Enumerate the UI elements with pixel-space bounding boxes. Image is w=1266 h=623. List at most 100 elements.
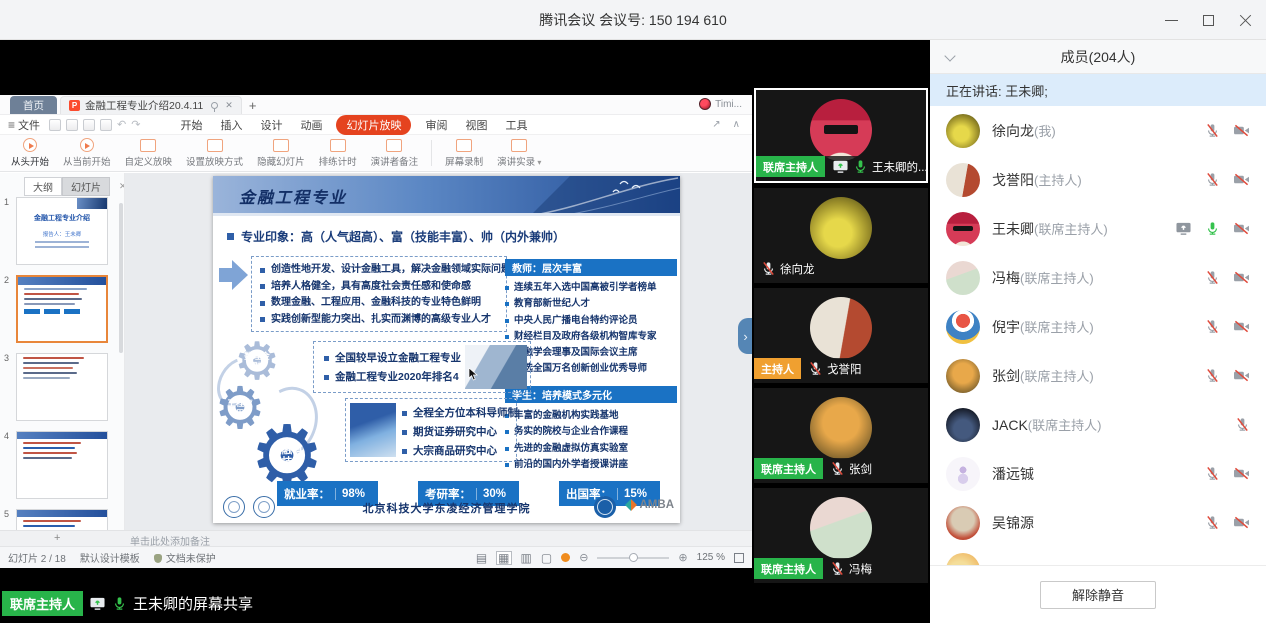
ribbon-button-4[interactable]: 设置放映方式 <box>179 135 250 171</box>
ribbon-button-7[interactable]: 演讲者备注 <box>364 135 426 171</box>
menu-item-4[interactable]: 动画 <box>291 117 331 133</box>
export-icon[interactable] <box>100 119 112 131</box>
bullet-item: 中央人民广播电台特约评论员 <box>505 313 677 329</box>
screen-share-icon <box>89 596 106 611</box>
menu-item-1[interactable]: 开始 <box>171 117 211 133</box>
member-role: (联席主持人) <box>1020 268 1094 287</box>
slide-thumbnail-5[interactable] <box>16 509 108 530</box>
zoom-in-icon[interactable]: ⊕ <box>678 551 687 564</box>
minimize-button[interactable] <box>1165 14 1178 27</box>
member-row[interactable]: 吴锦源 <box>930 498 1266 547</box>
zoom-out-icon[interactable]: ⊖ <box>579 551 588 564</box>
slide-thumbnail-4[interactable] <box>16 431 108 499</box>
video-tile-4[interactable]: 联席主持人张剑 <box>754 388 928 483</box>
member-name: 吴锦源 <box>992 513 1034 533</box>
print-icon[interactable] <box>83 119 95 131</box>
video-tile-1[interactable]: 联席主持人王未卿的... <box>754 88 928 183</box>
participant-name: 张剑 <box>849 461 872 477</box>
amba-label: AMBA <box>640 499 675 511</box>
ribbon-button-1[interactable]: 从头开始 <box>4 135 56 171</box>
menu-item-6[interactable]: 审阅 <box>416 117 456 133</box>
zoom-slider-thumb[interactable] <box>629 553 638 562</box>
menu-item-3[interactable]: 设计 <box>251 117 291 133</box>
ribbon-button-8[interactable]: 屏幕录制 <box>438 135 490 171</box>
bullet-square-icon <box>505 335 509 339</box>
thumbnail-scrollbar[interactable] <box>119 203 123 353</box>
file-menu[interactable]: 文件 <box>18 117 40 133</box>
member-row[interactable]: 王未卿(联席主持人) <box>930 204 1266 253</box>
hamburger-menu-icon[interactable]: ≡ <box>8 118 15 132</box>
wps-account[interactable]: Timi... <box>699 98 742 110</box>
member-row[interactable]: JACK(联席主持人) <box>930 400 1266 449</box>
tab-outline[interactable]: 大纲 <box>24 177 62 196</box>
record-indicator-icon[interactable] <box>561 553 570 562</box>
member-row[interactable]: 倪宇(联席主持人) <box>930 302 1266 351</box>
save-icon[interactable] <box>66 119 78 131</box>
wps-body: 大纲 幻灯片 ✕ 金融工程专业介绍报告人：王未卿12345 金融工程专业 <box>0 173 752 530</box>
member-role: (联席主持人) <box>1034 219 1108 238</box>
ribbon-separator <box>431 140 432 166</box>
video-tile-3[interactable]: 主持人戈誉阳 <box>754 288 928 383</box>
slide-view-icon[interactable]: ▦ <box>496 551 511 565</box>
unmute-button[interactable]: 解除静音 <box>1040 581 1156 609</box>
pin-tab-icon[interactable] <box>211 102 218 109</box>
video-strip-expander[interactable]: › <box>738 318 753 354</box>
design-template-label[interactable]: 默认设计模板 <box>80 550 140 565</box>
fullscreen-icon[interactable] <box>734 553 744 563</box>
zoom-slider[interactable] <box>597 557 669 559</box>
normal-view-icon[interactable]: ▤ <box>476 552 487 564</box>
slide-thumbnail-1[interactable]: 金融工程专业介绍报告人：王未卿 <box>16 197 108 265</box>
zoom-percent[interactable]: 125 % <box>697 552 725 563</box>
protection-status[interactable]: 文档未保护 <box>154 550 216 565</box>
sorter-view-icon[interactable]: ▥ <box>521 552 532 564</box>
ribbon-icon <box>330 139 346 152</box>
video-name-bar: 戈誉阳 <box>801 358 869 379</box>
close-tab-icon[interactable]: ✕ <box>225 100 233 111</box>
share-status-text: 王未卿的屏幕共享 <box>133 593 253 614</box>
university-seal-logo <box>223 496 245 518</box>
wps-home-tab[interactable]: 首页 <box>10 96 57 114</box>
member-row[interactable]: 冯梅(联席主持人) <box>930 253 1266 302</box>
thumbnail-line <box>24 293 79 295</box>
slide-thumbnail-2[interactable] <box>16 275 108 343</box>
ribbon-button-6[interactable]: 排练计时 <box>312 135 364 171</box>
ribbon-button-3[interactable]: 自定义放映 <box>118 135 180 171</box>
maximize-button[interactable] <box>1202 14 1215 27</box>
member-row[interactable]: 戈誉阳(主持人) <box>930 155 1266 204</box>
member-name: 张剑 <box>992 366 1020 386</box>
member-row[interactable]: 张剑(联席主持人) <box>930 351 1266 400</box>
chevron-down-icon[interactable] <box>944 50 955 61</box>
member-row[interactable]: 潘远铖 <box>930 449 1266 498</box>
redo-icon[interactable]: ↷ <box>131 118 140 131</box>
undo-icon[interactable]: ↶ <box>117 118 126 131</box>
wps-document-tab[interactable]: P 金融工程专业介绍20.4.11 ✕ <box>60 96 242 114</box>
menu-item-2[interactable]: 插入 <box>211 117 251 133</box>
video-tile-5[interactable]: 联席主持人冯梅 <box>754 488 928 583</box>
menu-item-7[interactable]: 视图 <box>456 117 496 133</box>
member-role: (联席主持人) <box>1028 415 1102 434</box>
open-icon[interactable] <box>49 119 61 131</box>
collapse-ribbon-icon[interactable]: ∧ <box>733 119 740 130</box>
member-icons <box>1205 172 1250 187</box>
member-row[interactable]: 徐向龙(我) <box>930 106 1266 155</box>
ribbon-button-5[interactable]: 隐藏幻灯片 <box>250 135 312 171</box>
thumbnail-line <box>23 457 72 459</box>
close-button[interactable] <box>1239 14 1252 27</box>
tab-slides[interactable]: 幻灯片 <box>62 177 110 196</box>
camera-off-icon <box>1233 515 1250 530</box>
member-icons <box>1175 221 1250 236</box>
mic-muted-icon <box>1235 417 1250 432</box>
add-slide-button[interactable]: + <box>54 532 60 544</box>
new-tab-button[interactable]: + <box>249 96 257 114</box>
menu-item-5[interactable]: 幻灯片放映 <box>336 115 411 135</box>
slide-header-band: 金融工程专业 <box>213 176 680 216</box>
ribbon-button-9[interactable]: 演讲实录 <box>490 135 548 171</box>
menu-item-8[interactable]: 工具 <box>496 117 536 133</box>
avatar <box>946 359 980 393</box>
reading-view-icon[interactable]: ▢ <box>541 552 552 564</box>
ribbon-button-2[interactable]: 从当前开始 <box>56 135 118 171</box>
slide-thumbnail-3[interactable] <box>16 353 108 421</box>
window-titlebar: 腾讯会议 会议号: 150 194 610 <box>0 0 1266 40</box>
share-document-icon[interactable]: ↗ <box>712 119 720 130</box>
video-tile-2[interactable]: 徐向龙 <box>754 188 928 283</box>
